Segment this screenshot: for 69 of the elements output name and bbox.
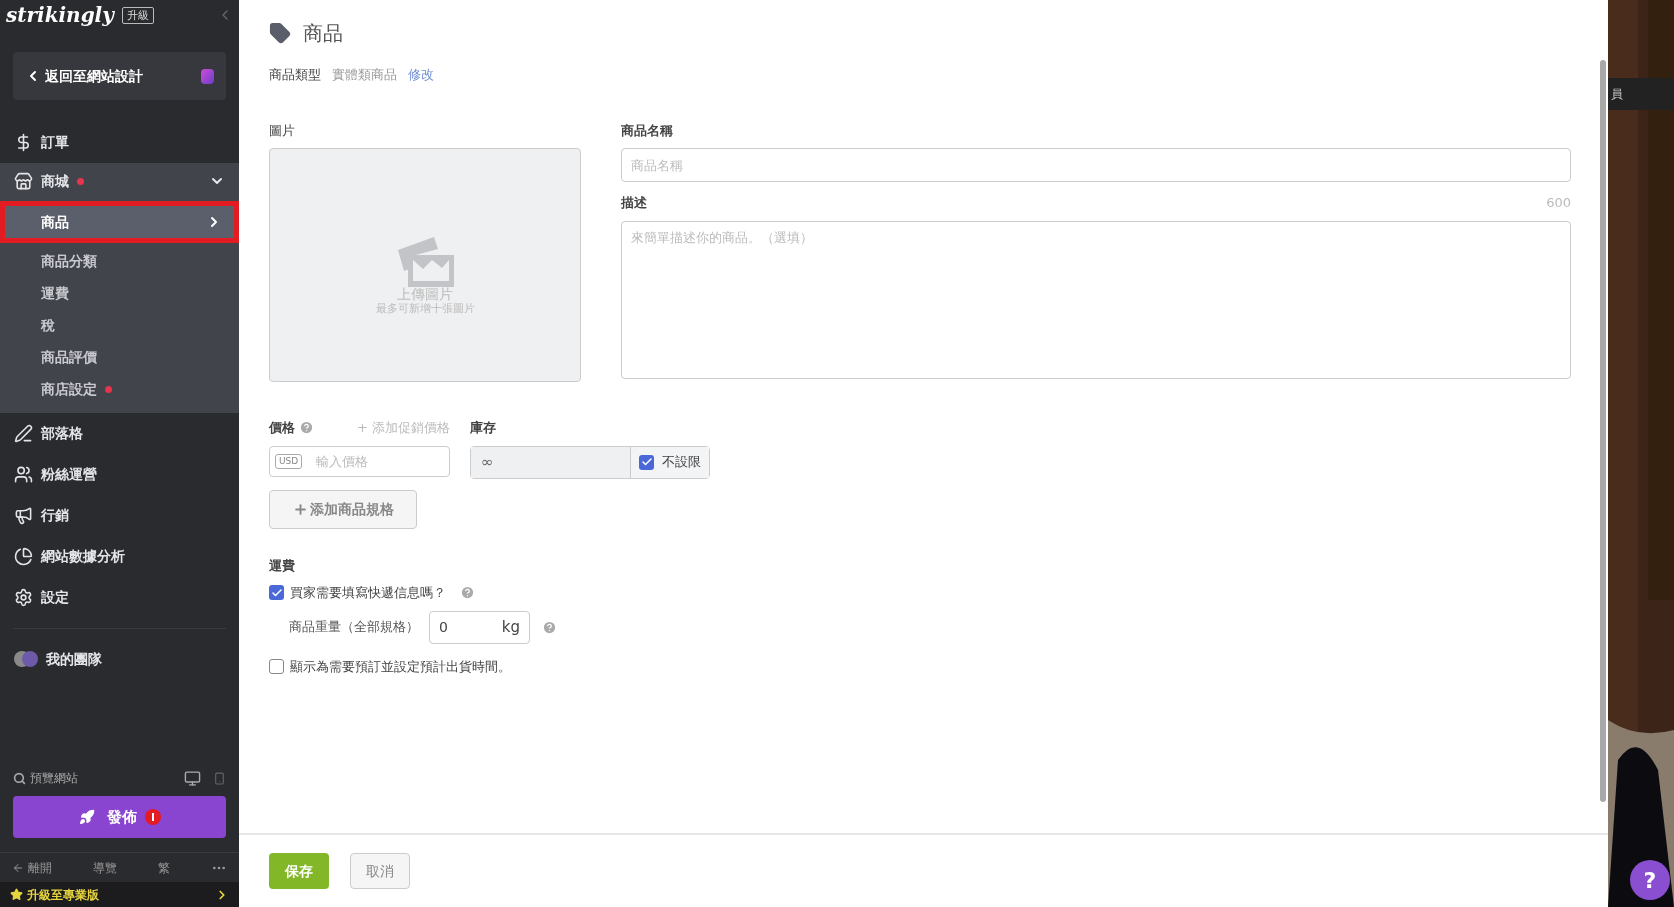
nav-item[interactable]: 粉絲運營 — [0, 454, 239, 495]
plus-icon — [292, 501, 308, 517]
nav-item[interactable]: 訂單 — [0, 122, 239, 163]
arrow-left-icon — [12, 861, 24, 874]
footer-link[interactable]: 離開 — [12, 858, 52, 877]
help-icon[interactable] — [299, 420, 314, 436]
field-label: 價格 — [269, 419, 295, 437]
type-value: 實體類商品 — [332, 66, 397, 84]
nav-group-header[interactable]: 商城 — [0, 163, 239, 199]
field-label: 商品名稱 — [621, 121, 674, 140]
desktop-icon[interactable] — [184, 769, 201, 787]
section-title: 運費 — [269, 556, 295, 575]
publish-button[interactable]: 發佈 — [13, 796, 226, 838]
edit-link[interactable]: 修改 — [408, 65, 434, 85]
pie-chart-icon — [14, 547, 33, 566]
upgrade-badge[interactable]: 升級 — [121, 6, 154, 24]
help-icon[interactable] — [460, 585, 475, 601]
checkbox-label: 買家需要填寫快遞信息嗎？ — [290, 584, 446, 602]
label: 員 — [1608, 78, 1674, 110]
search-icon — [13, 771, 26, 785]
settings-icon — [14, 588, 33, 607]
mobile-icon[interactable] — [213, 771, 226, 785]
pen-icon — [14, 424, 33, 443]
field-label: 庫存 — [470, 419, 497, 437]
currency-badge: USD — [275, 453, 303, 469]
subnav-item[interactable]: 商店設定 — [0, 373, 239, 405]
upgrade-bar[interactable]: 升級至專業版 — [0, 882, 239, 907]
nav-item[interactable]: 我的團隊 — [0, 639, 239, 679]
nav-item[interactable]: 設定 — [0, 577, 239, 618]
type-label: 商品類型 — [269, 66, 321, 84]
checkbox-label: 顯示為需要預訂並設定預計出貨時間。 — [290, 657, 511, 676]
preview-link[interactable]: 預覽網站 — [30, 769, 78, 787]
checkbox[interactable] — [269, 658, 284, 674]
checkbox[interactable] — [269, 585, 284, 601]
cancel-button[interactable]: 取消 — [350, 853, 410, 889]
page-title: 商品 — [303, 20, 343, 47]
store-icon — [14, 171, 33, 191]
megaphone-icon — [14, 506, 33, 525]
image-icon — [396, 235, 454, 287]
description-input[interactable]: 來簡單描述你的商品。（選填） — [621, 220, 1571, 379]
site-thumbnail-icon — [201, 68, 214, 84]
back-button[interactable]: 返回至網站設計 — [13, 52, 226, 100]
subnav-item[interactable]: 商品分類 — [0, 245, 239, 277]
field-label: 圖片 — [269, 121, 296, 140]
scrollbar[interactable] — [1600, 60, 1606, 802]
name-input[interactable]: 商品名稱 — [621, 148, 1571, 182]
stock-input[interactable]: ∞ — [471, 446, 631, 478]
nav-item[interactable]: 行銷 — [0, 495, 239, 536]
logo[interactable]: strikingly — [6, 0, 114, 30]
weight-input[interactable]: 0 kg — [429, 610, 530, 644]
field-label: 描述 — [621, 194, 647, 212]
tag-icon — [269, 22, 291, 44]
rocket-icon — [78, 809, 95, 825]
help-icon[interactable] — [542, 619, 557, 635]
add-variant-button[interactable]: 添加商品規格 — [269, 489, 417, 529]
weight-label: 商品重量（全部規格） — [289, 618, 419, 637]
team-avatars-icon — [14, 651, 38, 667]
character-counter: 600 — [1546, 194, 1571, 212]
nav-item[interactable]: 網站數據分析 — [0, 536, 239, 577]
subnav-item[interactable]: 稅 — [0, 309, 239, 341]
footer-link[interactable]: 繁 — [158, 858, 170, 877]
subnav-item[interactable]: 運費 — [0, 277, 239, 309]
checkbox[interactable] — [639, 454, 654, 470]
users-icon — [14, 465, 33, 484]
subnav-item[interactable]: 商品評價 — [0, 341, 239, 373]
unlimited-toggle[interactable]: 不設限 — [631, 446, 709, 478]
subnav-item[interactable]: 商品 — [5, 206, 234, 238]
footer-link[interactable]: 導覽 — [93, 858, 117, 877]
nav-item[interactable]: 部落格 — [0, 413, 239, 454]
